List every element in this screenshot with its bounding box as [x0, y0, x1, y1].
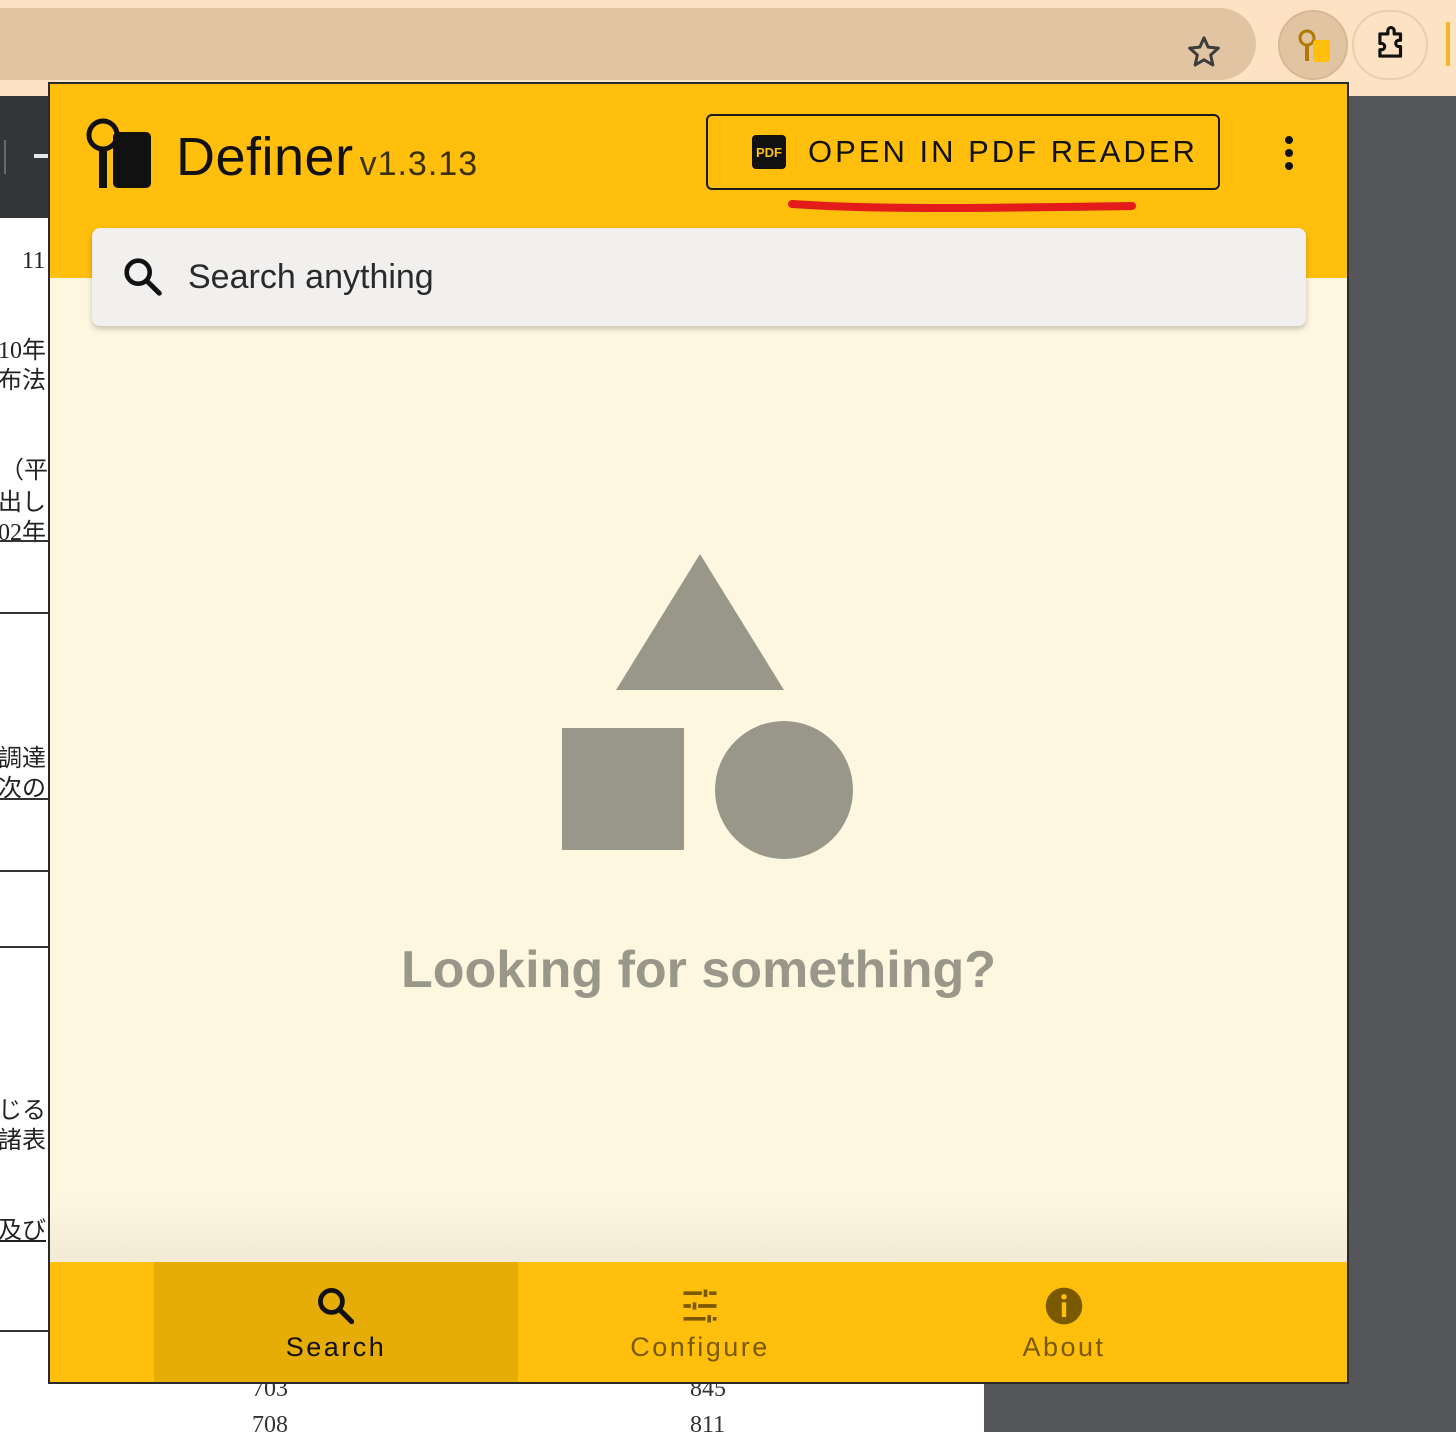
- pdf-file-icon: PDF: [752, 135, 786, 169]
- nav-label-about: About: [1022, 1332, 1106, 1362]
- table-rule: [0, 540, 50, 542]
- nav-label-configure: Configure: [630, 1332, 770, 1362]
- open-in-pdf-reader-label: OPEN IN PDF READER: [808, 134, 1198, 169]
- bookmark-star-icon[interactable]: [1184, 32, 1224, 72]
- nav-item-about[interactable]: About: [882, 1262, 1246, 1382]
- puzzle-icon: [1378, 26, 1403, 58]
- bottom-navigation: Search Configure About: [50, 1262, 1347, 1382]
- pdf-text-fragment: 及び: [0, 1218, 46, 1244]
- table-rule: [0, 870, 50, 872]
- search-box[interactable]: [92, 228, 1306, 326]
- more-vert-icon[interactable]: [1274, 134, 1304, 174]
- open-in-pdf-reader-button[interactable]: PDF OPEN IN PDF READER: [706, 114, 1220, 190]
- circle-shape: [715, 721, 853, 859]
- table-rule: [0, 1330, 50, 1332]
- search-icon: [318, 1288, 355, 1325]
- zoom-out-icon[interactable]: [34, 154, 48, 158]
- shapes-illustration: [562, 554, 853, 859]
- extensions-menu-button[interactable]: [1352, 10, 1428, 80]
- pdf-number: 708: [252, 1412, 288, 1432]
- toolbar-separator: [4, 140, 6, 174]
- pdf-text-fragment: 11: [22, 248, 46, 274]
- pdf-text-fragment: 布法: [0, 368, 46, 394]
- popup-header: Definer v1.3.13 PDF OPEN IN PDF READER: [50, 84, 1347, 326]
- definer-extension-icon: [1298, 29, 1330, 62]
- table-rule: [0, 946, 50, 948]
- nav-label-search: Search: [285, 1332, 387, 1362]
- pdf-text-fragment: 諸表: [0, 1128, 46, 1154]
- pdf-text-fragment: （平: [0, 458, 48, 484]
- search-input[interactable]: [188, 252, 1268, 302]
- search-icon: [124, 258, 162, 296]
- definer-popup: Definerv1.3.13 PDF OPEN IN PDF READER Lo…: [48, 82, 1349, 1384]
- square-shape: [562, 728, 684, 850]
- content-fade: [50, 1194, 1347, 1264]
- empty-state-message: Looking for something?: [400, 941, 997, 999]
- nav-item-configure[interactable]: Configure: [518, 1262, 882, 1382]
- red-underline-annotation: [788, 200, 1136, 212]
- app-title: Definer v1.3.13: [176, 126, 478, 188]
- address-bar[interactable]: [0, 8, 1256, 80]
- toolbar-edge: [1446, 22, 1450, 66]
- pdf-number: 811: [690, 1412, 726, 1432]
- table-rule: [0, 798, 50, 800]
- app-version: v1.3.13: [359, 145, 479, 183]
- table-rule: [0, 612, 50, 614]
- definer-logo-icon: [86, 118, 151, 188]
- sliders-icon: [683, 1289, 717, 1323]
- nav-item-search[interactable]: Search: [154, 1262, 518, 1382]
- app-name: Definer: [176, 127, 354, 187]
- info-icon: [1045, 1287, 1083, 1325]
- triangle-shape: [616, 554, 784, 690]
- definer-extension-button[interactable]: [1278, 10, 1348, 80]
